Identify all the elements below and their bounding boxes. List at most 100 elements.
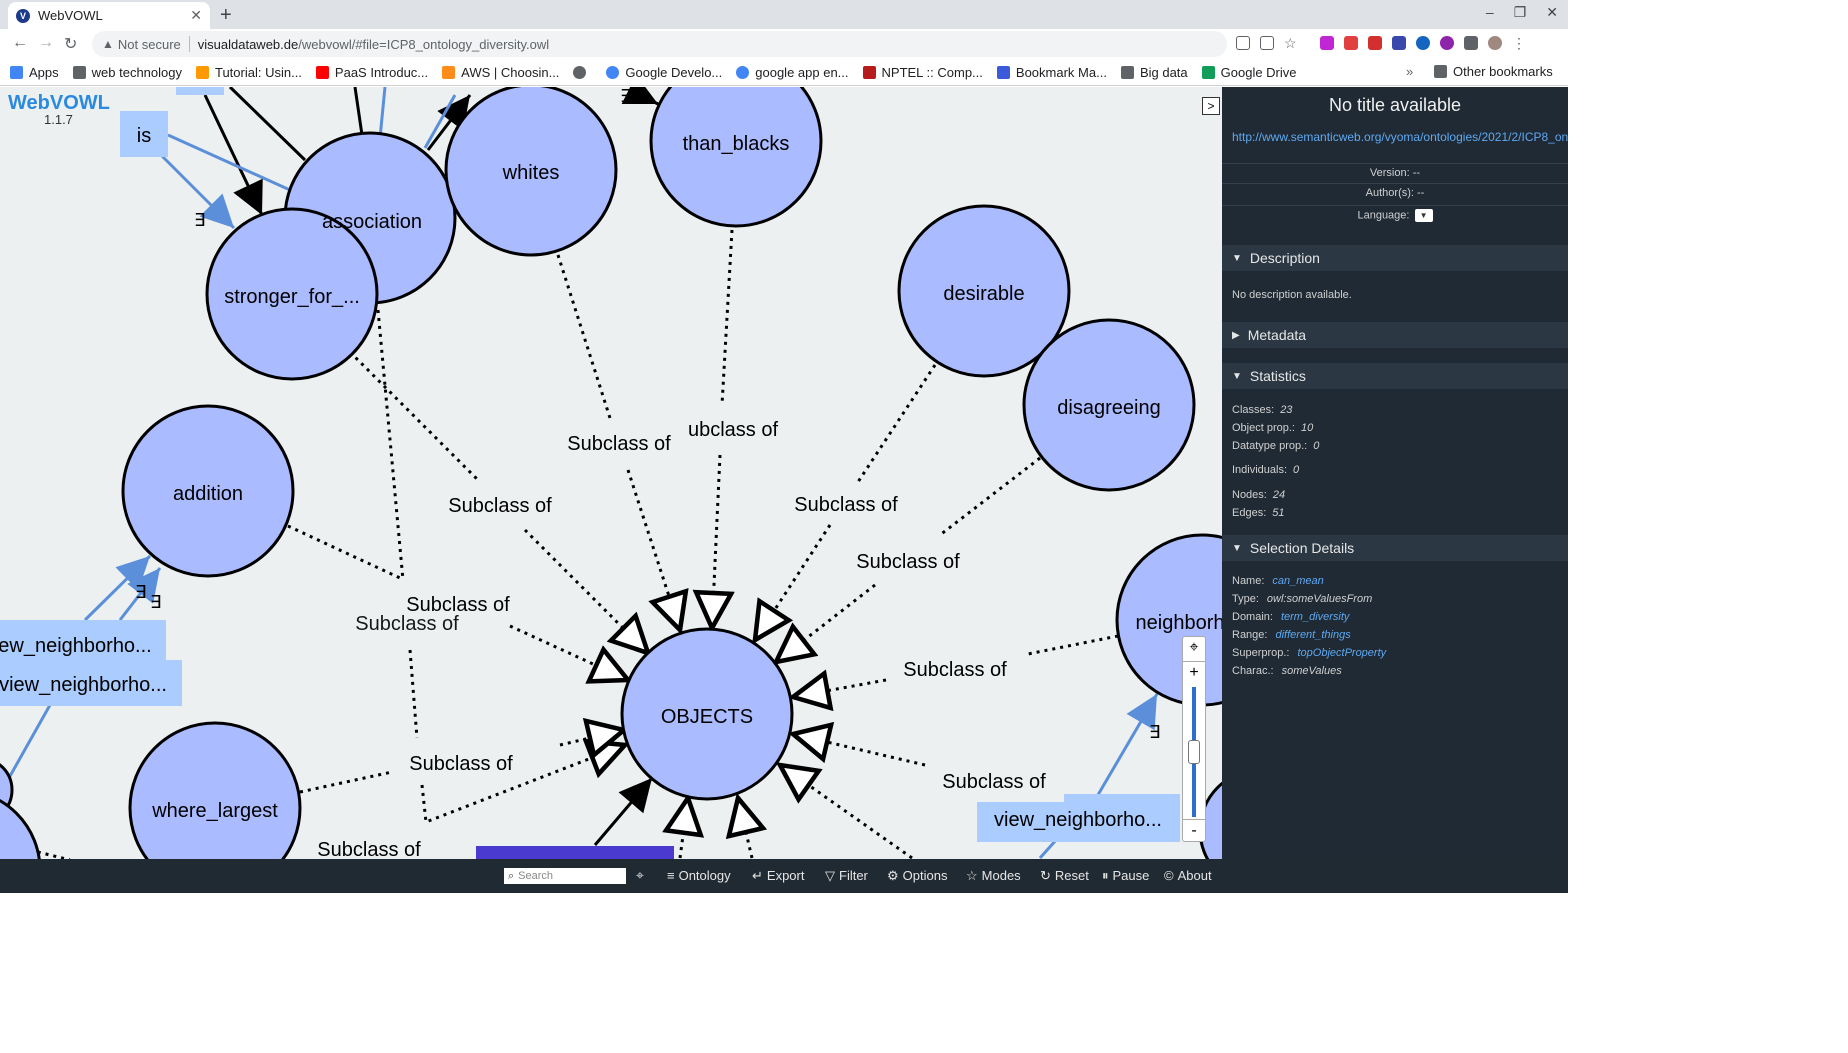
property-box[interactable]: [1064, 794, 1180, 804]
new-tab-button[interactable]: +: [220, 4, 232, 27]
statistics-header[interactable]: ▼ Statistics: [1222, 363, 1568, 389]
extension-icon[interactable]: [1368, 36, 1382, 50]
exists-symbol: ∃: [620, 87, 631, 107]
node-label: disagreeing: [1057, 397, 1160, 419]
graph-canvas[interactable]: association whites than_blacks stronger_…: [0, 87, 1222, 859]
menu-ontology[interactable]: ≡ Ontology: [667, 868, 731, 883]
window-close-icon[interactable]: ✕: [1546, 4, 1558, 21]
ontology-title: No title available: [1328, 95, 1462, 115]
search-input[interactable]: ⌕ Search: [504, 868, 626, 884]
menu-about[interactable]: © About: [1164, 868, 1212, 883]
bookmarks-overflow-button[interactable]: »: [1406, 64, 1413, 79]
subclass-edge: [408, 649, 419, 739]
locate-icon[interactable]: ⌖: [1183, 637, 1205, 659]
bookmark-star-icon[interactable]: ☆: [1284, 36, 1298, 50]
forward-arrow-icon[interactable]: →: [38, 34, 54, 52]
reload-icon[interactable]: ↻: [64, 34, 77, 54]
extension-icon[interactable]: [1440, 36, 1454, 50]
bookmark-item[interactable]: [573, 65, 592, 79]
minimize-icon[interactable]: –: [1486, 4, 1494, 21]
subclass-label: Subclass of: [942, 771, 1046, 793]
bookmark-item[interactable]: PaaS Introduc...: [315, 65, 428, 80]
property-box[interactable]: [176, 87, 224, 95]
subclass-edge: [680, 798, 688, 859]
zoom-in-button[interactable]: +: [1183, 661, 1205, 683]
description-header[interactable]: ▼ Description: [1222, 245, 1568, 271]
metadata-header[interactable]: ▶ Metadata: [1222, 322, 1568, 348]
bookmark-item[interactable]: Google Develo...: [606, 65, 722, 80]
puzzle-icon[interactable]: [1464, 36, 1478, 50]
zoom-out-button[interactable]: -: [1183, 819, 1205, 841]
expand-triangle-icon: ▼: [1232, 370, 1242, 382]
bookmark-item[interactable]: Google Drive: [1201, 65, 1297, 80]
bookmark-item[interactable]: AWS | Choosin...: [442, 65, 559, 80]
bookmark-item[interactable]: Apps: [10, 65, 59, 80]
bookmark-item[interactable]: Big data: [1120, 65, 1188, 80]
bookmark-item[interactable]: web technology: [72, 65, 182, 80]
extension-icon[interactable]: [1392, 36, 1406, 50]
selection-link[interactable]: can_mean: [1272, 575, 1323, 587]
selection-details-header[interactable]: ▼ Selection Details: [1222, 535, 1568, 561]
extension-icon[interactable]: [1320, 36, 1334, 50]
selection-link[interactable]: topObjectProperty: [1297, 647, 1386, 659]
ontology-graph[interactable]: association whites than_blacks stronger_…: [0, 87, 1222, 859]
property-edge: [353, 87, 364, 136]
bookmark-item[interactable]: Tutorial: Usin...: [195, 65, 302, 80]
version-label: 1.1.7: [44, 112, 73, 127]
stat-row: Datatype prop.: 0: [1232, 440, 1320, 452]
address-bar[interactable]: ▲ Not secure visualdataweb.de /webvowl/#…: [92, 31, 1227, 57]
menu-filter[interactable]: ▽ Filter: [825, 868, 868, 884]
divider: [188, 36, 190, 52]
description-text: No description available.: [1232, 289, 1352, 301]
property-edge: [3, 704, 52, 786]
subclass-label: Subclass of: [317, 839, 421, 859]
property-edge: [378, 87, 387, 139]
menu-reset[interactable]: ↻ Reset: [1040, 868, 1089, 884]
sidebar-toggle-button[interactable]: >: [1202, 97, 1220, 115]
locate-search-icon[interactable]: ⌖: [636, 867, 644, 884]
language-select[interactable]: ▼: [1414, 209, 1433, 222]
not-secure-label: Not secure: [117, 36, 181, 52]
subclass-edge: [738, 798, 752, 859]
divider: [1222, 183, 1568, 184]
menu-pause[interactable]: ⏸ Pause: [1102, 868, 1149, 884]
menu-export[interactable]: ↵ Export: [752, 868, 804, 884]
subclass-edge: [287, 524, 401, 580]
extension-icon[interactable]: [1416, 36, 1430, 50]
menu-kebab-icon[interactable]: ⋮: [1512, 36, 1526, 50]
avatar[interactable]: [1488, 36, 1502, 50]
class-node-than-blacks[interactable]: [649, 87, 823, 228]
back-arrow-icon[interactable]: ←: [12, 34, 28, 52]
expand-triangle-icon: ▼: [1232, 542, 1242, 554]
subclass-label: Subclass of: [794, 494, 898, 516]
restore-icon[interactable]: ❐: [1514, 4, 1527, 21]
gear-icon: ⚙: [887, 868, 899, 883]
cast-icon[interactable]: [1236, 36, 1250, 50]
class-node-where-largest[interactable]: [128, 721, 302, 859]
zoom-slider-thumb[interactable]: [1188, 740, 1200, 764]
bookmark-item[interactable]: google app en...: [736, 65, 849, 80]
node-label: neighborh: [1136, 612, 1222, 634]
authors-text: Author(s): --: [1365, 187, 1425, 199]
selected-property-box[interactable]: [476, 846, 674, 859]
zoom-control: ⌖ + -: [1182, 636, 1206, 842]
ontology-iri-link[interactable]: http://www.semanticweb.org/vyoma/ontolog…: [1232, 131, 1568, 144]
selection-row: Type: owl:someValuesFrom: [1232, 593, 1373, 605]
extension-icon[interactable]: [1344, 36, 1358, 50]
filter-icon: ▽: [825, 868, 835, 883]
subclass-label: Subclass of: [409, 753, 513, 775]
tab-close-icon[interactable]: ✕: [190, 7, 202, 24]
selection-link[interactable]: term_diversity: [1281, 611, 1349, 623]
menu-options[interactable]: ⚙ Options: [887, 868, 947, 884]
subclass-label: Subclass of: [567, 433, 671, 455]
qr-icon[interactable]: [1260, 36, 1274, 50]
bookmark-item[interactable]: NPTEL :: Comp...: [862, 65, 983, 80]
bookmark-item[interactable]: Bookmark Ma...: [996, 65, 1107, 80]
browser-tab[interactable]: V WebVOWL ✕: [8, 2, 210, 29]
selection-link[interactable]: different_things: [1275, 629, 1350, 641]
subclass-edge: [780, 765, 913, 859]
stat-row: Nodes: 24: [1232, 489, 1286, 501]
tab-strip: V WebVOWL ✕ + – ❐ ✕: [0, 0, 1568, 29]
other-bookmarks[interactable]: Other bookmarks: [1434, 64, 1553, 79]
menu-modes[interactable]: ☆ Modes: [966, 868, 1021, 884]
